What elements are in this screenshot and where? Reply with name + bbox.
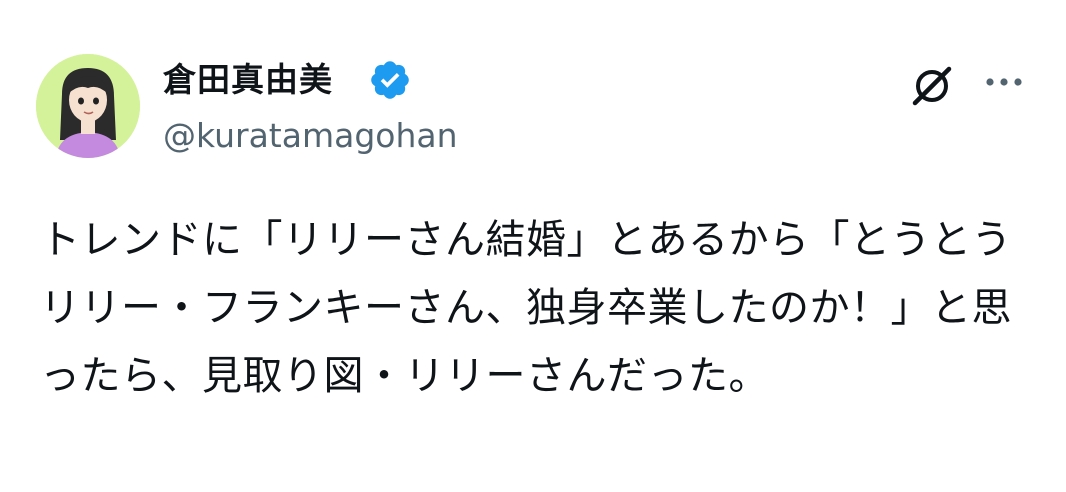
grok-button[interactable]: [904, 58, 960, 114]
grok-icon: [912, 66, 952, 106]
avatar-illustration: [36, 54, 140, 158]
verified-badge-icon: [368, 58, 412, 102]
author-display-name[interactable]: 倉田真由美: [163, 58, 333, 102]
more-options-icon: [986, 78, 1022, 86]
post-text: トレンドに「リリーさん結婚」とあるから「とうとうリリー・フランキーさん、独身卒業…: [40, 217, 1012, 399]
author-handle[interactable]: @kuratamagohan: [163, 114, 458, 158]
avatar[interactable]: [36, 54, 140, 158]
more-options-button[interactable]: [974, 58, 1034, 114]
